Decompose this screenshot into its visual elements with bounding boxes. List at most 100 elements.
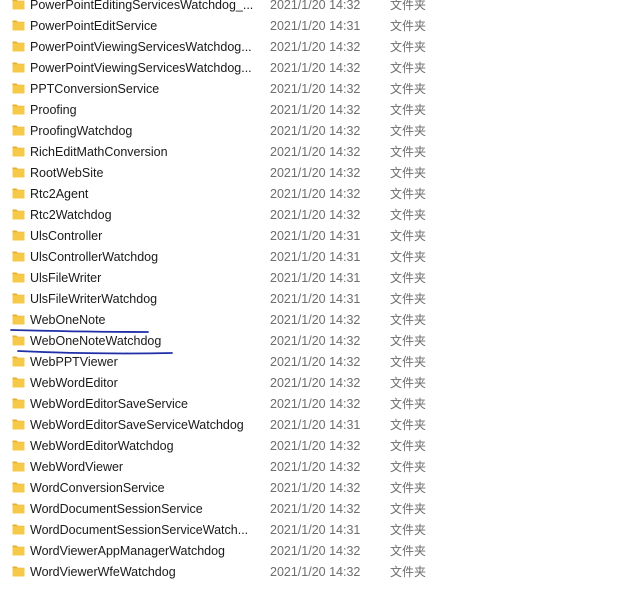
file-row[interactable]: Rtc2Watchdog 2021/1/20 14:32 文件夹 (0, 204, 644, 225)
file-type: 文件夹 (390, 271, 427, 285)
file-modified-date: 2021/1/20 14:32 (270, 501, 361, 516)
file-type: 文件夹 (390, 40, 427, 54)
folder-icon (12, 481, 25, 493)
file-type: 文件夹 (390, 355, 427, 369)
file-type: 文件夹 (390, 544, 427, 558)
file-row[interactable]: WebWordEditorSaveServiceWatchdog 2021/1/2… (0, 414, 644, 435)
file-name: WebOneNoteWatchdog (30, 333, 162, 348)
folder-icon (12, 208, 25, 220)
file-name: UlsControllerWatchdog (30, 249, 159, 264)
file-type: 文件夹 (390, 523, 427, 537)
file-modified-date: 2021/1/20 14:32 (270, 333, 361, 348)
file-name: UlsController (30, 228, 103, 243)
file-modified-date: 2021/1/20 14:32 (270, 396, 361, 411)
file-row[interactable]: ProofingWatchdog 2021/1/20 14:32 文件夹 (0, 120, 644, 141)
file-modified-date: 2021/1/20 14:31 (270, 249, 361, 264)
file-name: PowerPointViewingServicesWatchdog... (30, 39, 252, 54)
file-modified-date: 2021/1/20 14:32 (270, 0, 361, 12)
file-name: WebWordEditor (30, 375, 118, 390)
file-row[interactable]: PowerPointViewingServicesWatchdog... 2021… (0, 36, 644, 57)
file-type: 文件夹 (390, 124, 427, 138)
file-row[interactable]: WebWordEditorSaveService 2021/1/20 14:32 文… (0, 393, 644, 414)
file-modified-date: 2021/1/20 14:31 (270, 228, 361, 243)
file-type: 文件夹 (390, 418, 427, 432)
file-type: 文件夹 (390, 502, 427, 516)
file-modified-date: 2021/1/20 14:31 (270, 270, 361, 285)
file-row[interactable]: UlsFileWriterWatchdog 2021/1/20 14:31 文件夹 (0, 288, 644, 309)
file-row[interactable]: WebPPTViewer 2021/1/20 14:32 文件夹 (0, 351, 644, 372)
folder-icon (12, 19, 25, 31)
folder-icon (12, 145, 25, 157)
folder-icon (12, 61, 25, 73)
file-row[interactable]: UlsControllerWatchdog 2021/1/20 14:31 文件夹 (0, 246, 644, 267)
file-row[interactable]: WordViewerWfeWatchdog 2021/1/20 14:32 文件夹 (0, 561, 644, 582)
folder-icon (12, 187, 25, 199)
file-row[interactable]: RichEditMathConversion 2021/1/20 14:32 文件夹 (0, 141, 644, 162)
file-row[interactable]: WordConversionService 2021/1/20 14:32 文件夹 (0, 477, 644, 498)
file-modified-date: 2021/1/20 14:32 (270, 102, 361, 117)
file-type: 文件夹 (390, 460, 427, 474)
file-type: 文件夹 (390, 103, 427, 117)
file-name: WordViewerWfeWatchdog (30, 564, 176, 579)
file-modified-date: 2021/1/20 14:32 (270, 312, 361, 327)
file-row[interactable]: WordDocumentSessionService 2021/1/20 14:3… (0, 498, 644, 519)
file-type: 文件夹 (390, 481, 427, 495)
file-row[interactable]: WebOneNoteWatchdog 2021/1/20 14:32 文件夹 (0, 330, 644, 351)
folder-icon (12, 502, 25, 514)
file-row[interactable]: WebOneNote 2021/1/20 14:32 文件夹 (0, 309, 644, 330)
file-modified-date: 2021/1/20 14:32 (270, 354, 361, 369)
file-name: PowerPointEditingServicesWatchdog_... (30, 0, 254, 12)
file-name: WebWordEditorSaveServiceWatchdog (30, 417, 244, 432)
file-type: 文件夹 (390, 82, 427, 96)
file-name: UlsFileWriter (30, 270, 102, 285)
file-row[interactable]: WebWordViewer 2021/1/20 14:32 文件夹 (0, 456, 644, 477)
file-modified-date: 2021/1/20 14:31 (270, 417, 361, 432)
file-modified-date: 2021/1/20 14:32 (270, 543, 361, 558)
folder-icon (12, 250, 25, 262)
folder-icon (12, 439, 25, 451)
folder-icon (12, 460, 25, 472)
folder-icon (12, 82, 25, 94)
file-type: 文件夹 (390, 313, 427, 327)
file-rows: PowerPointEditingServicesWatchdog_... 202… (0, 0, 644, 582)
file-row[interactable]: UlsController 2021/1/20 14:31 文件夹 (0, 225, 644, 246)
file-modified-date: 2021/1/20 14:32 (270, 375, 361, 390)
file-modified-date: 2021/1/20 14:32 (270, 564, 361, 579)
file-modified-date: 2021/1/20 14:32 (270, 123, 361, 138)
file-modified-date: 2021/1/20 14:32 (270, 186, 361, 201)
file-row[interactable]: PowerPointViewingServicesWatchdog... 2021… (0, 57, 644, 78)
file-row[interactable]: PPTConversionService 2021/1/20 14:32 文件夹 (0, 78, 644, 99)
folder-icon (12, 103, 25, 115)
file-name: WebOneNote (30, 312, 106, 327)
file-type: 文件夹 (390, 250, 427, 264)
file-name: WebPPTViewer (30, 354, 118, 369)
file-row[interactable]: WebWordEditor 2021/1/20 14:32 文件夹 (0, 372, 644, 393)
folder-icon (12, 523, 25, 535)
file-name: PPTConversionService (30, 81, 160, 96)
file-modified-date: 2021/1/20 14:31 (270, 18, 361, 33)
folder-icon (12, 544, 25, 556)
file-modified-date: 2021/1/20 14:32 (270, 60, 361, 75)
file-row[interactable]: UlsFileWriter 2021/1/20 14:31 文件夹 (0, 267, 644, 288)
file-name: Rtc2Agent (30, 186, 89, 201)
file-row[interactable]: WordDocumentSessionServiceWatch... 2021/1… (0, 519, 644, 540)
file-type: 文件夹 (390, 229, 427, 243)
file-row[interactable]: PowerPointEditingServicesWatchdog_... 202… (0, 0, 644, 15)
folder-icon (12, 271, 25, 283)
file-name: WordViewerAppManagerWatchdog (30, 543, 226, 558)
file-modified-date: 2021/1/20 14:32 (270, 480, 361, 495)
file-row[interactable]: WordViewerAppManagerWatchdog 2021/1/20 14… (0, 540, 644, 561)
file-row[interactable]: Rtc2Agent 2021/1/20 14:32 文件夹 (0, 183, 644, 204)
file-row[interactable]: RootWebSite 2021/1/20 14:32 文件夹 (0, 162, 644, 183)
file-type: 文件夹 (390, 61, 427, 75)
file-name: Proofing (30, 102, 77, 117)
file-row[interactable]: WebWordEditorWatchdog 2021/1/20 14:32 文件夹 (0, 435, 644, 456)
folder-icon (12, 376, 25, 388)
file-row[interactable]: PowerPointEditService 2021/1/20 14:31 文件夹 (0, 15, 644, 36)
folder-icon (12, 313, 25, 325)
file-row[interactable]: Proofing 2021/1/20 14:32 文件夹 (0, 99, 644, 120)
folder-icon (12, 292, 25, 304)
folder-icon (12, 229, 25, 241)
file-type: 文件夹 (390, 376, 427, 390)
file-type: 文件夹 (390, 334, 427, 348)
